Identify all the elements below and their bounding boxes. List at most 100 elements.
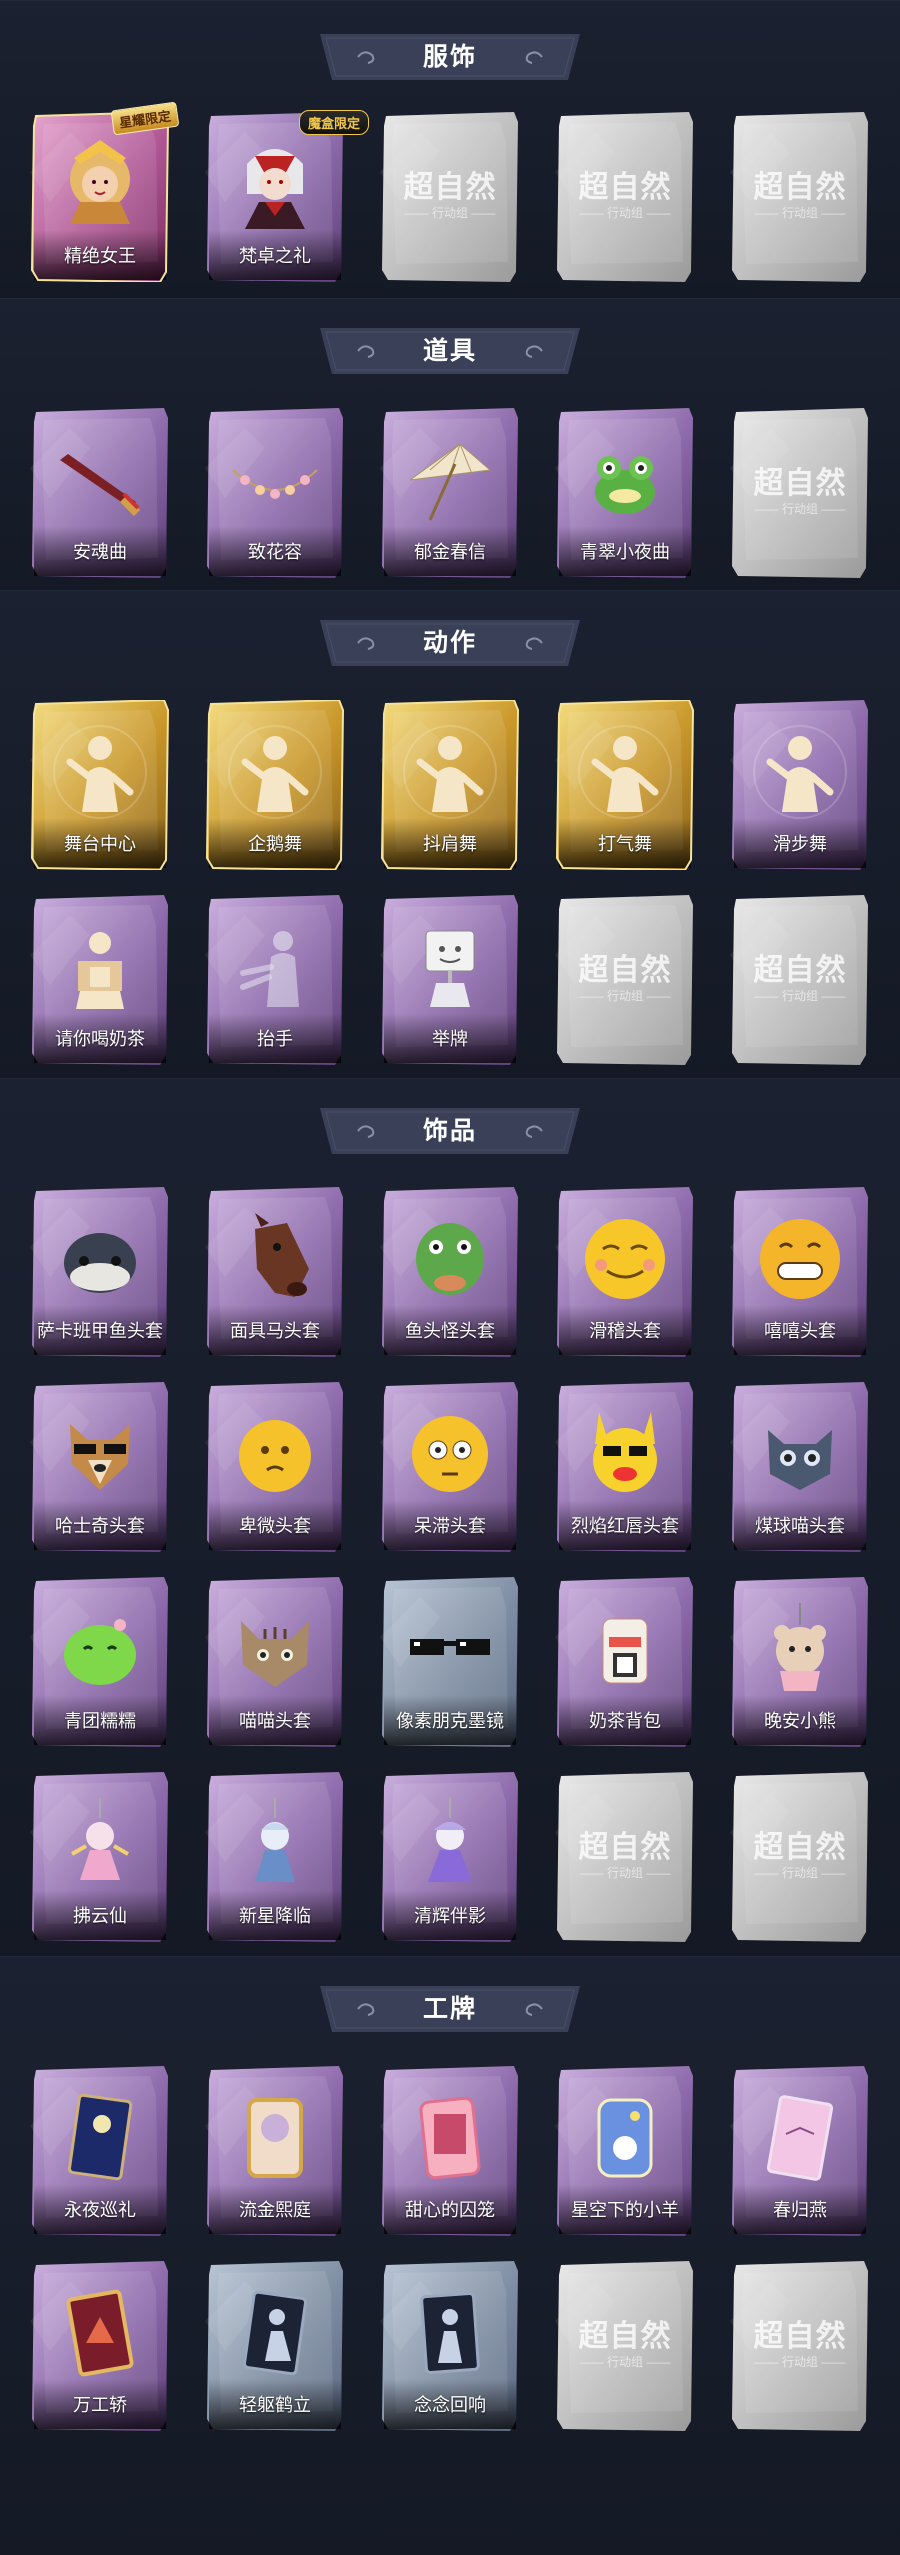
item-name: 舞台中心 [64, 834, 136, 854]
item-card[interactable]: 嘻嘻头套 [730, 1187, 870, 1357]
watermark-subtitle: —— 行动组 —— [754, 502, 846, 516]
item-name: 烈焰红唇头套 [571, 1516, 679, 1536]
watermark-title: 超自然 [578, 1830, 672, 1865]
item-name: 春归燕 [773, 2200, 827, 2220]
item-card[interactable]: 星空下的小羊 [555, 2066, 695, 2236]
item-card[interactable]: 举牌 [380, 895, 520, 1065]
item-card[interactable]: 抖肩舞 [380, 700, 520, 870]
item-card[interactable]: 煤球喵头套 [730, 1382, 870, 1552]
locked-item-card[interactable]: 超自然 —— 行动组 —— [555, 2261, 695, 2431]
section-title: 道具 [422, 337, 477, 365]
item-card[interactable]: 晚安小熊 [730, 1577, 870, 1747]
item-card[interactable]: 舞台中心 [30, 700, 170, 870]
item-card[interactable]: 萨卡班甲鱼头套 [30, 1187, 170, 1357]
item-card[interactable]: 抬手 [205, 895, 345, 1065]
item-card[interactable]: 致花容 [205, 408, 345, 578]
section-title: 动作 [422, 629, 477, 657]
item-name: 拂云仙 [73, 1906, 127, 1926]
watermark-title: 超自然 [753, 1830, 847, 1865]
item-name: 永夜巡礼 [64, 2200, 136, 2220]
watermark-title: 超自然 [753, 953, 847, 988]
item-card[interactable]: 万工轿 [30, 2261, 170, 2431]
item-card[interactable]: 卑微头套 [205, 1382, 345, 1552]
item-card[interactable]: 拂云仙 [30, 1772, 170, 1942]
item-card[interactable]: 打气舞 [555, 700, 695, 870]
item-card[interactable]: 甜心的囚笼 [380, 2066, 520, 2236]
locked-item-card[interactable]: 超自然 —— 行动组 —— [730, 2261, 870, 2431]
watermark-subtitle: —— 行动组 —— [754, 1866, 846, 1880]
watermark-title: 超自然 [753, 2319, 847, 2354]
item-name: 煤球喵头套 [755, 1516, 845, 1536]
item-card[interactable]: 企鹅舞 [205, 700, 345, 870]
item-name: 清辉伴影 [414, 1906, 486, 1926]
watermark-title: 超自然 [578, 170, 672, 205]
item-name: 轻躯鹤立 [239, 2395, 311, 2415]
item-card[interactable]: 清辉伴影 [380, 1772, 520, 1942]
item-card[interactable]: 像素朋克墨镜 [380, 1577, 520, 1747]
section-banner: 饰品 [320, 1108, 580, 1154]
item-card[interactable]: 青翠小夜曲 [555, 408, 695, 578]
locked-item-card[interactable]: 超自然 —— 行动组 —— [730, 1772, 870, 1942]
item-name: 致花容 [248, 542, 302, 562]
locked-item-card[interactable]: 超自然 —— 行动组 —— [380, 112, 520, 282]
item-name: 梵卓之礼 [239, 246, 311, 266]
item-card[interactable]: 滑稽头套 [555, 1187, 695, 1357]
item-card[interactable]: 流金熙庭 [205, 2066, 345, 2236]
item-card[interactable]: 鱼头怪头套 [380, 1187, 520, 1357]
item-name: 哈士奇头套 [55, 1516, 145, 1536]
locked-item-card[interactable]: 超自然 —— 行动组 —— [730, 408, 870, 578]
item-card[interactable]: 念念回响 [380, 2261, 520, 2431]
item-name: 呆滞头套 [414, 1516, 486, 1536]
item-card[interactable]: 呆滞头套 [380, 1382, 520, 1552]
item-name: 请你喝奶茶 [55, 1029, 145, 1049]
locked-item-card[interactable]: 超自然 —— 行动组 —— [555, 895, 695, 1065]
section-title: 服饰 [422, 43, 477, 71]
section-panel [0, 1956, 900, 2555]
locked-item-card[interactable]: 超自然 —— 行动组 —— [730, 895, 870, 1065]
item-name: 企鹅舞 [248, 834, 302, 854]
item-name: 晚安小熊 [764, 1711, 836, 1731]
section-banner: 动作 [320, 620, 580, 666]
item-name: 抬手 [257, 1029, 293, 1049]
section-banner: 道具 [320, 328, 580, 374]
section-banner: 工牌 [320, 1986, 580, 2032]
item-name: 万工轿 [73, 2395, 127, 2415]
watermark-subtitle: —— 行动组 —— [579, 2355, 671, 2369]
item-card[interactable]: 奶茶背包 [555, 1577, 695, 1747]
item-card[interactable]: 喵喵头套 [205, 1577, 345, 1747]
item-card[interactable]: 面具马头套 [205, 1187, 345, 1357]
watermark-title: 超自然 [578, 953, 672, 988]
watermark-subtitle: —— 行动组 —— [754, 2355, 846, 2369]
locked-item-card[interactable]: 超自然 —— 行动组 —— [555, 1772, 695, 1942]
item-card[interactable]: 烈焰红唇头套 [555, 1382, 695, 1552]
item-name: 奶茶背包 [589, 1711, 661, 1731]
item-name: 流金熙庭 [239, 2200, 311, 2220]
watermark-subtitle: —— 行动组 —— [404, 206, 496, 220]
item-name: 念念回响 [414, 2395, 486, 2415]
item-card[interactable]: 轻躯鹤立 [205, 2261, 345, 2431]
locked-item-card[interactable]: 超自然 —— 行动组 —— [730, 112, 870, 282]
item-card[interactable]: 请你喝奶茶 [30, 895, 170, 1065]
section-title: 饰品 [422, 1117, 477, 1145]
watermark-title: 超自然 [753, 170, 847, 205]
item-card[interactable]: 永夜巡礼 [30, 2066, 170, 2236]
item-card[interactable]: 精绝女王 星耀限定 [30, 101, 180, 282]
item-card[interactable]: 滑步舞 [730, 700, 870, 870]
item-card[interactable]: 梵卓之礼 魔盒限定 [205, 110, 369, 282]
item-card[interactable]: 郁金春信 [380, 408, 520, 578]
section-title: 工牌 [422, 1995, 477, 2023]
locked-item-card[interactable]: 超自然 —— 行动组 —— [555, 112, 695, 282]
item-name: 新星降临 [239, 1906, 311, 1926]
item-card[interactable]: 春归燕 [730, 2066, 870, 2236]
item-card[interactable]: 新星降临 [205, 1772, 345, 1942]
item-name: 精绝女王 [64, 246, 136, 266]
item-card[interactable]: 哈士奇头套 [30, 1382, 170, 1552]
item-name: 嘻嘻头套 [764, 1321, 836, 1341]
item-name: 鱼头怪头套 [405, 1321, 495, 1341]
watermark-title: 超自然 [578, 2319, 672, 2354]
item-card[interactable]: 青团糯糯 [30, 1577, 170, 1747]
item-name: 滑稽头套 [589, 1321, 661, 1341]
item-name: 萨卡班甲鱼头套 [37, 1321, 163, 1341]
item-card[interactable]: 安魂曲 [30, 408, 170, 578]
watermark-subtitle: —— 行动组 —— [579, 989, 671, 1003]
